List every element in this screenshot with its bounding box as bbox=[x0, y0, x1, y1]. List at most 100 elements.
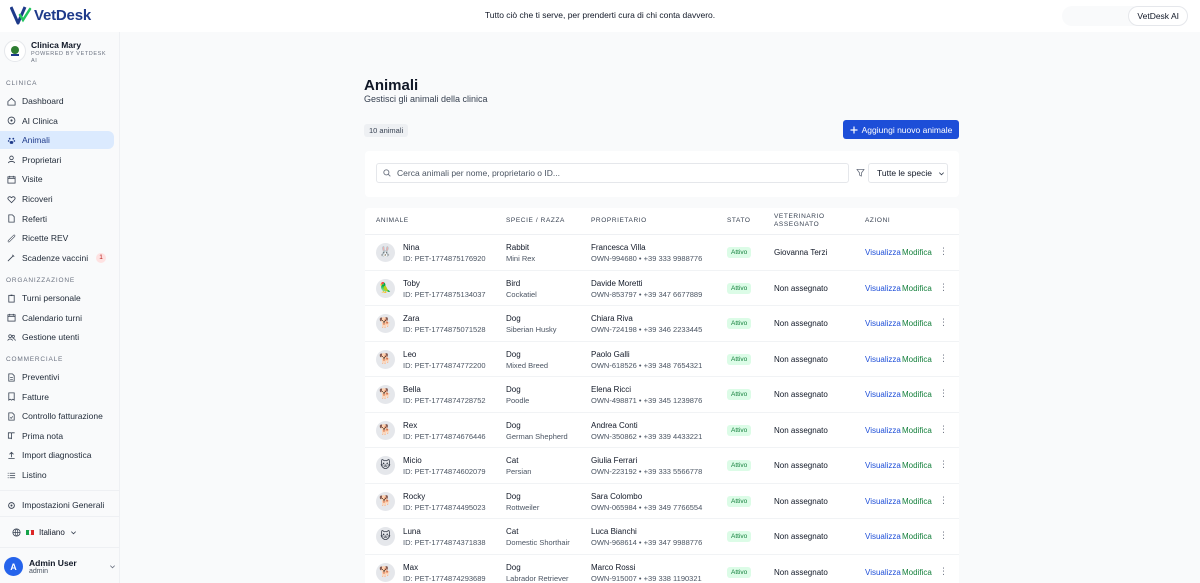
sidebar-item-label: Calendario turni bbox=[22, 312, 83, 323]
upload-icon bbox=[8, 451, 15, 459]
more-options-icon[interactable]: ⋮ bbox=[939, 459, 948, 470]
more-options-icon[interactable]: ⋮ bbox=[939, 424, 948, 435]
edit-button[interactable]: Modifica bbox=[902, 319, 932, 328]
owner-info: OWN-498871 • +39 345 1239876 bbox=[591, 396, 703, 405]
table-row[interactable]: 🐕 Bella ID: PET-1774874728752 Dog Poodle Elen… bbox=[365, 377, 959, 413]
more-options-icon[interactable]: ⋮ bbox=[939, 566, 948, 577]
view-button[interactable]: Visualizza bbox=[865, 461, 901, 470]
view-button[interactable]: Visualizza bbox=[865, 532, 901, 541]
check-file-icon bbox=[8, 412, 15, 421]
table-row[interactable]: 🐰 Nina ID: PET-1774875176920 Rabbit Mini Rex… bbox=[365, 235, 959, 271]
sidebar-item-animali[interactable]: Animali bbox=[0, 131, 114, 150]
user-menu[interactable]: A Admin User admin bbox=[4, 557, 116, 576]
gear-icon bbox=[8, 501, 15, 509]
file-icon bbox=[8, 214, 15, 223]
pet-breed: Domestic Shorthair bbox=[506, 538, 570, 547]
sidebar-item-preventivi[interactable]: Preventivi bbox=[0, 368, 114, 386]
sidebar-item-label: Ricette REV bbox=[22, 233, 69, 244]
pet-name: Leo bbox=[403, 349, 417, 359]
animal-count-badge: 10 animali bbox=[364, 124, 409, 137]
sidebar-item-fatture[interactable]: Fatture bbox=[0, 388, 114, 406]
edit-button[interactable]: Modifica bbox=[902, 461, 932, 470]
sidebar-item-prima-nota[interactable]: Prima nota bbox=[0, 427, 114, 445]
sidebar-item-scadenze-vaccini[interactable]: Scadenze vaccini 1 bbox=[0, 249, 114, 267]
table-row[interactable]: 🐕 Rex ID: PET-1774874676446 Dog German Sheph… bbox=[365, 413, 959, 448]
owner-name: Davide Moretti bbox=[591, 278, 643, 288]
owner-name: Giulia Ferrari bbox=[591, 456, 638, 465]
pet-name: Rocky bbox=[403, 491, 426, 501]
sidebar-item-dashboard[interactable]: Dashboard bbox=[0, 92, 114, 110]
pet-species: Cat bbox=[506, 527, 519, 536]
view-button[interactable]: Visualizza bbox=[865, 497, 901, 506]
view-button[interactable]: Visualizza bbox=[865, 355, 901, 364]
sidebar-item-label: Controllo fatturazione bbox=[22, 411, 103, 422]
sidebar-item-listino[interactable]: Listino bbox=[0, 466, 114, 484]
view-button[interactable]: Visualizza bbox=[865, 426, 901, 435]
add-animal-button[interactable]: Aggiungi nuovo animale bbox=[843, 120, 959, 139]
view-button[interactable]: Visualizza bbox=[865, 284, 901, 293]
vetdesk-ai-button[interactable]: VetDesk AI bbox=[1128, 6, 1188, 26]
filter-icon[interactable] bbox=[856, 168, 865, 177]
more-options-icon[interactable]: ⋮ bbox=[939, 246, 948, 257]
table-row[interactable]: 🐱 Luna ID: PET-1774874371838 Cat Domestic Sh… bbox=[365, 519, 959, 555]
sidebar-item-import-diagnostica[interactable]: Import diagnostica bbox=[0, 446, 114, 464]
clinic-name: Clinica Mary bbox=[31, 40, 82, 50]
more-options-icon[interactable]: ⋮ bbox=[939, 495, 948, 506]
sidebar-item-ai-clinica[interactable]: AI Clinica bbox=[0, 112, 114, 130]
more-options-icon[interactable]: ⋮ bbox=[939, 282, 948, 293]
search-box[interactable] bbox=[376, 163, 849, 183]
edit-button[interactable]: Modifica bbox=[902, 532, 932, 541]
table-row[interactable]: 🐕 Leo ID: PET-1774874772200 Dog Mixed Breed P… bbox=[365, 342, 959, 377]
pet-breed: German Shepherd bbox=[506, 431, 568, 441]
view-button[interactable]: Visualizza bbox=[865, 248, 901, 257]
pet-id: ID: PET-1774875176920 bbox=[403, 254, 486, 263]
edit-button[interactable]: Modifica bbox=[902, 426, 932, 435]
sidebar-item-impostazioni[interactable]: Impostazioni Generali bbox=[0, 496, 114, 514]
pet-name: Toby bbox=[403, 278, 420, 288]
edit-button[interactable]: Modifica bbox=[902, 568, 932, 577]
clinic-powered-by: POWERED BY VETDESK AI bbox=[31, 51, 107, 64]
table-row[interactable]: 🐕 Max ID: PET-1774874293689 Dog Labrador Ret… bbox=[365, 555, 959, 583]
sidebar-item-calendario-turni[interactable]: Calendario turni bbox=[0, 309, 114, 327]
language-selector[interactable]: Italiano bbox=[12, 528, 77, 537]
column-header-actions: AZIONI bbox=[865, 217, 891, 224]
view-button[interactable]: Visualizza bbox=[865, 568, 901, 577]
more-options-icon[interactable]: ⋮ bbox=[939, 388, 948, 399]
owner-name: Andrea Conti bbox=[591, 420, 638, 430]
edit-button[interactable]: Modifica bbox=[902, 248, 932, 257]
edit-button[interactable]: Modifica bbox=[902, 284, 932, 293]
search-input[interactable] bbox=[397, 168, 837, 178]
sidebar-item-proprietari[interactable]: Proprietari bbox=[0, 151, 114, 169]
pet-avatar: 🐕 bbox=[376, 314, 395, 333]
status-badge: Attivo bbox=[727, 318, 752, 329]
table-row[interactable]: 🦜 Toby ID: PET-1774875134037 Bird Cockatiel D… bbox=[365, 271, 959, 306]
sidebar-item-turni-personale[interactable]: Turni personale bbox=[0, 289, 114, 307]
more-options-icon[interactable]: ⋮ bbox=[939, 317, 948, 328]
sidebar-item-referti[interactable]: Referti bbox=[0, 210, 114, 228]
view-button[interactable]: Visualizza bbox=[865, 390, 901, 399]
sidebar-item-label: Scadenze vaccini bbox=[22, 252, 89, 263]
notification-badge: 1 bbox=[96, 252, 106, 263]
table-row[interactable]: 🐱 Micio ID: PET-1774874602079 Cat Persian Giu… bbox=[365, 448, 959, 484]
pet-avatar: 🐕 bbox=[376, 349, 395, 369]
sidebar-item-controllo-fatturazione[interactable]: Controllo fatturazione bbox=[0, 407, 114, 425]
section-label-commerciale: COMMERCIALE bbox=[6, 356, 64, 363]
more-options-icon[interactable]: ⋮ bbox=[939, 353, 948, 364]
sidebar-item-ricoveri[interactable]: Ricoveri bbox=[0, 190, 114, 208]
table-row[interactable]: 🐕 Zara ID: PET-1774875071528 Dog Siberian Hu… bbox=[365, 306, 959, 342]
more-options-icon[interactable]: ⋮ bbox=[939, 530, 948, 541]
clinic-header[interactable]: Clinica Mary POWERED BY VETDESK AI bbox=[4, 40, 111, 65]
edit-button[interactable]: Modifica bbox=[902, 390, 932, 399]
species-filter-select[interactable]: Tutte le specie bbox=[868, 163, 948, 183]
sidebar-item-visite[interactable]: Visite bbox=[0, 170, 114, 188]
sidebar-item-ricette-rev[interactable]: Ricette REV bbox=[0, 229, 114, 247]
table-row[interactable]: 🐕 Rocky ID: PET-1774874495023 Dog Rottweiler… bbox=[365, 484, 959, 519]
owner-info: OWN-968614 • +39 347 9988776 bbox=[591, 538, 703, 547]
edit-button[interactable]: Modifica bbox=[902, 497, 932, 506]
edit-button[interactable]: Modifica bbox=[902, 355, 932, 364]
sidebar-item-label: Animali bbox=[22, 135, 50, 146]
view-button[interactable]: Visualizza bbox=[865, 319, 901, 328]
invoice-icon bbox=[8, 392, 15, 401]
column-header-owner: PROPRIETARIO bbox=[591, 217, 647, 224]
sidebar-item-gestione-utenti[interactable]: Gestione utenti bbox=[0, 328, 114, 346]
